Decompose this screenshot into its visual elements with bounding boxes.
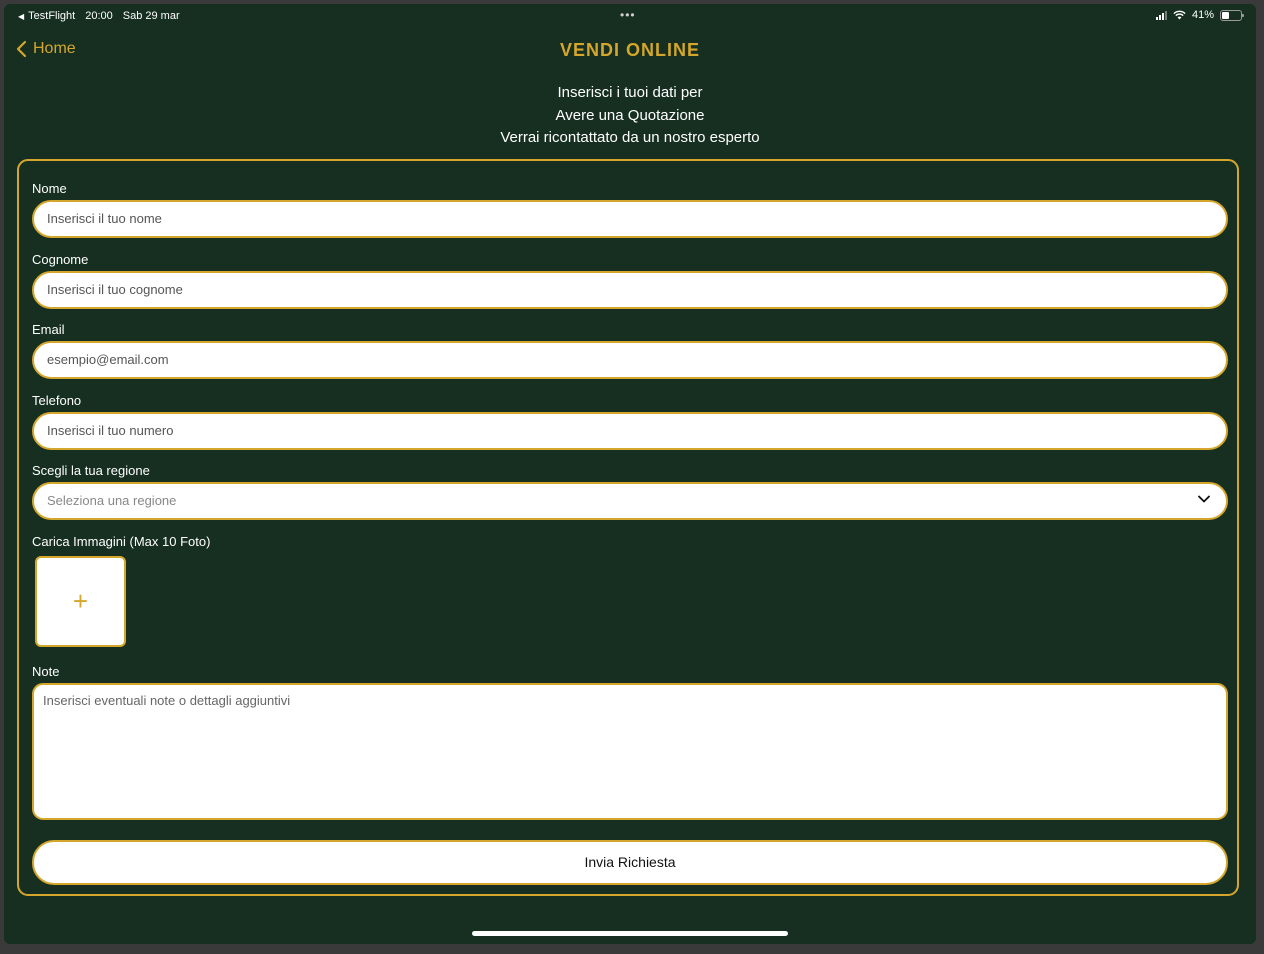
home-indicator[interactable]	[472, 931, 788, 936]
status-right: 41%	[1155, 9, 1244, 21]
telefono-label: Telefono	[32, 393, 82, 408]
intro-text: Inserisci i tuoi dati per Avere una Quot…	[4, 82, 1256, 150]
intro-line-3: Verrai ricontattato da un nostro esperto	[500, 129, 760, 146]
telefono-input[interactable]: Inserisci il tuo numero	[32, 412, 1228, 450]
email-input[interactable]: esempio@email.com	[32, 341, 1228, 379]
submit-button[interactable]: Invia Richiesta	[32, 840, 1228, 885]
regione-select-value: Seleziona una regione	[47, 493, 177, 508]
immagini-label: Carica Immagini (Max 10 Foto)	[32, 534, 211, 549]
note-label: Note	[32, 664, 60, 679]
chevron-down-icon	[1198, 495, 1210, 503]
status-date: Sab 29 mar	[122, 10, 180, 22]
status-bar: ◀ TestFlight 20:00 Sab 29 mar ••• 41%	[4, 4, 1256, 28]
battery-icon	[1220, 9, 1244, 21]
note-textarea[interactable]: Inserisci eventuali note o dettagli aggi…	[32, 683, 1228, 820]
status-time: 20:00	[85, 10, 113, 22]
app-screen: ◀ TestFlight 20:00 Sab 29 mar ••• 41% Ho…	[4, 4, 1256, 944]
cognome-label: Cognome	[32, 252, 89, 267]
intro-line-1: Inserisci i tuoi dati per	[557, 84, 703, 101]
regione-label: Scegli la tua regione	[32, 463, 150, 478]
status-app-name[interactable]: TestFlight	[28, 10, 75, 22]
quote-form: Nome Inserisci il tuo nome Cognome Inser…	[17, 159, 1239, 896]
signal-icon	[1155, 10, 1167, 20]
intro-line-2: Avere una Quotazione	[555, 106, 705, 124]
nome-label: Nome	[32, 181, 67, 196]
status-left: ◀ TestFlight 20:00 Sab 29 mar	[18, 10, 180, 22]
nome-input[interactable]: Inserisci il tuo nome	[32, 200, 1228, 238]
wifi-icon	[1173, 10, 1186, 20]
battery-percent: 41%	[1191, 9, 1214, 21]
plus-icon: +	[72, 586, 89, 616]
cognome-input[interactable]: Inserisci il tuo cognome	[32, 271, 1228, 309]
back-to-app-icon[interactable]: ◀	[18, 12, 24, 21]
multitasking-dots-icon[interactable]: •••	[620, 8, 636, 22]
email-label: Email	[32, 322, 65, 337]
page-title: VENDI ONLINE	[559, 40, 700, 60]
regione-select[interactable]: Seleziona una regione	[32, 482, 1228, 520]
add-image-button[interactable]: +	[35, 556, 126, 647]
